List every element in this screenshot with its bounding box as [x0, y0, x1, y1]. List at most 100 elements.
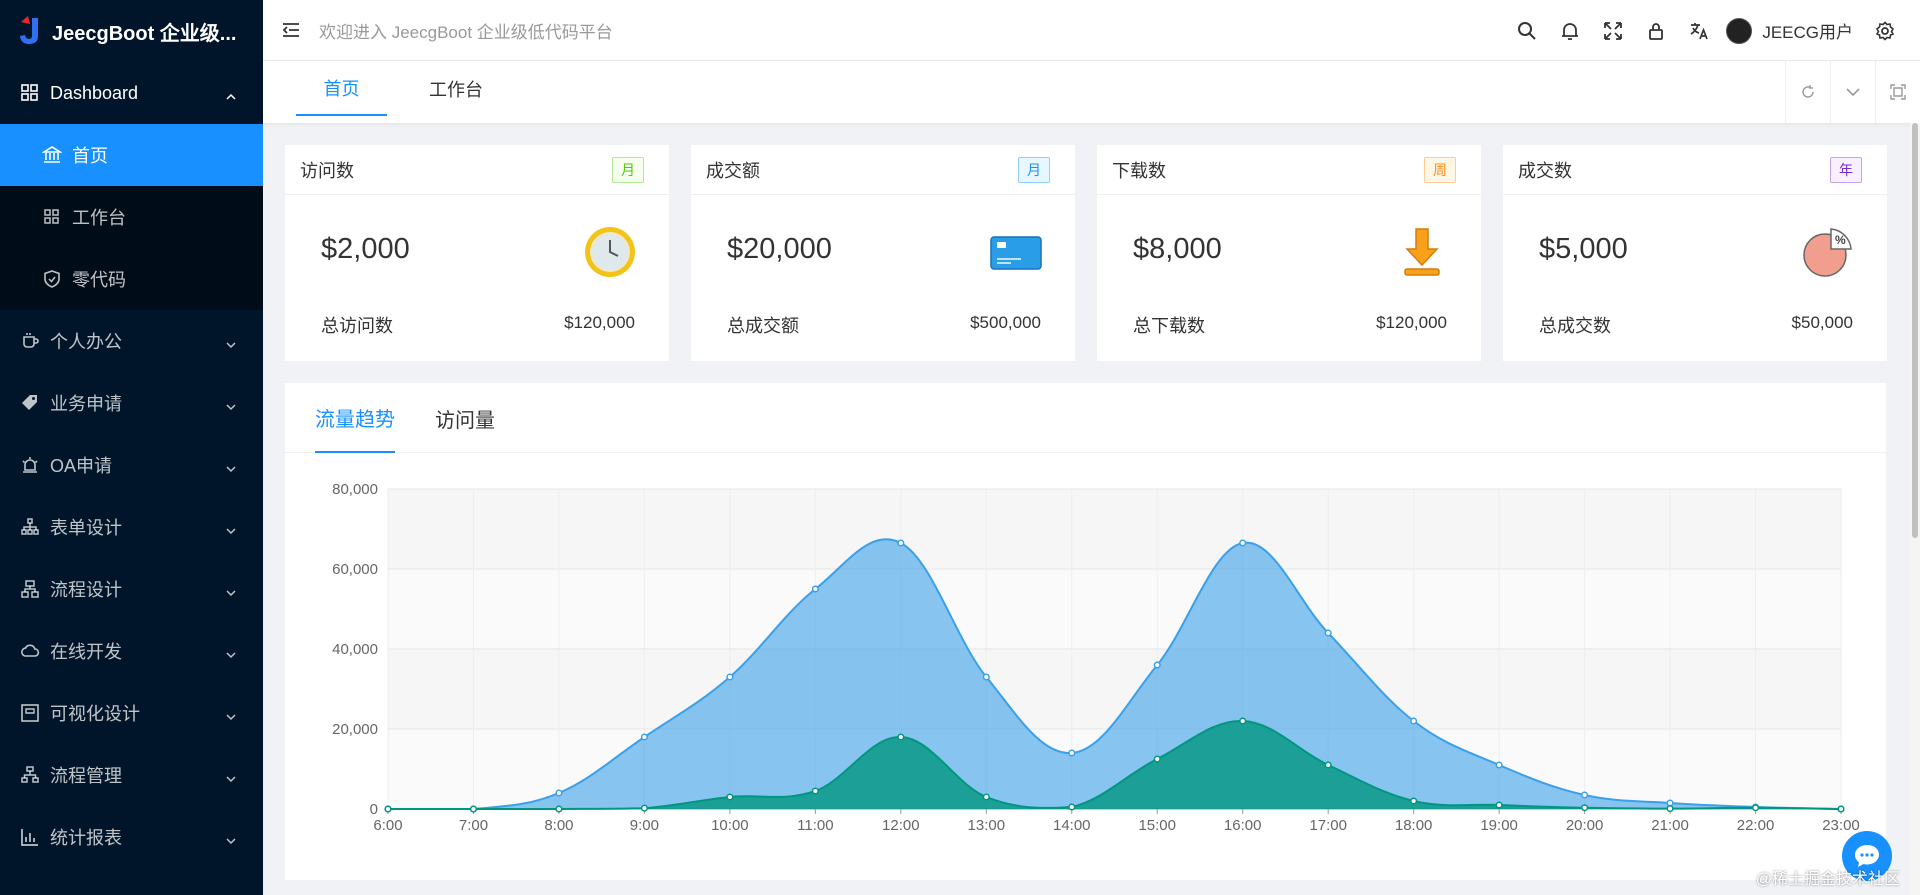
series-0-point	[726, 673, 734, 681]
user-menu[interactable]: JEECG用户	[1726, 17, 1853, 44]
tabs-tools	[1785, 61, 1920, 123]
chart-panel: 流量趋势 访问量 0 20,000 40,000 60,000 80,000 6:00 7:…	[285, 383, 1886, 880]
period-badge: 年	[1830, 157, 1862, 183]
username: JEECG用户	[1762, 23, 1853, 42]
sidebar-item-0[interactable]: Dashboard	[0, 62, 263, 124]
page-scrollbar-thumb[interactable]	[1912, 123, 1918, 538]
sidebar-item-10[interactable]: 可视化设计	[0, 682, 263, 744]
tab-workbench[interactable]: 工作台	[411, 61, 501, 116]
download-icon	[1395, 225, 1449, 279]
multi-tabs-bar: 首页 工作台	[263, 61, 1920, 123]
grid-band	[388, 489, 1841, 569]
x-tick-label: 11:00	[797, 817, 833, 834]
sidebar-item-3[interactable]: 零代码	[0, 248, 263, 310]
dashboard-icon	[20, 83, 40, 103]
card-title-text: 成交额	[706, 160, 760, 181]
search-button[interactable]	[1505, 0, 1548, 61]
dashboard-submenu: 首页工作台零代码	[0, 124, 263, 310]
series-1-point	[1239, 717, 1247, 725]
jeecg-logo-icon	[20, 16, 38, 44]
x-tick-label: 9:00	[630, 817, 659, 834]
translate-icon	[1690, 22, 1708, 39]
x-tick-label: 22:00	[1737, 817, 1775, 834]
card-total-label: 总成交额	[727, 316, 799, 336]
tab-home[interactable]: 首页	[296, 61, 387, 116]
sidebar-item-label: 首页	[72, 146, 108, 166]
series-1-point	[1837, 805, 1845, 813]
chevron-down-icon	[225, 707, 237, 721]
tab-dropdown-button[interactable]	[1830, 61, 1875, 123]
series-0-point	[1239, 539, 1247, 547]
sidebar-item-2[interactable]: 工作台	[0, 186, 263, 248]
gear-icon	[1875, 20, 1894, 41]
sidebar-item-5[interactable]: 业务申请	[0, 372, 263, 434]
card-title-text: 下载数	[1112, 160, 1166, 181]
series-1-point	[1581, 804, 1589, 812]
fullscreen-button[interactable]	[1591, 0, 1634, 61]
sidebar-item-label: Dashboard	[50, 82, 139, 103]
sidebar-item-9[interactable]: 在线开发	[0, 620, 263, 682]
sidebar-item-8[interactable]: 流程设计	[0, 558, 263, 620]
lock-screen-button[interactable]	[1634, 0, 1677, 61]
chart-tabs: 流量趋势 访问量	[285, 383, 1886, 453]
series-0-point	[982, 673, 990, 681]
series-1-point	[1410, 797, 1418, 805]
card-title-text: 成交数	[1518, 160, 1572, 181]
series-0-point	[640, 733, 648, 741]
x-tick-label: 15:00	[1138, 817, 1176, 834]
pie-chart-icon: %	[1801, 225, 1855, 279]
y-tick-label: 60,000	[332, 561, 378, 578]
x-tick-label: 6:00	[373, 817, 402, 834]
credit-card-icon	[989, 225, 1043, 279]
coffee-icon	[20, 331, 40, 351]
sidebar-item-1[interactable]: 首页	[0, 124, 263, 186]
x-tick-label: 17:00	[1309, 817, 1347, 834]
refresh-tab-button[interactable]	[1785, 61, 1830, 123]
series-0-point	[1153, 661, 1161, 669]
header-actions: JEECG用户	[1505, 0, 1906, 61]
search-icon	[1517, 21, 1536, 40]
menu-fold-button[interactable]	[263, 0, 319, 61]
sidebar-item-label: OA申请	[50, 456, 113, 476]
y-tick-label: 20,000	[332, 721, 378, 738]
period-badge: 月	[612, 157, 644, 183]
series-1-point	[897, 733, 905, 741]
language-button[interactable]	[1677, 0, 1720, 61]
sidebar-item-7[interactable]: 表单设计	[0, 496, 263, 558]
top-header: 欢迎进入 JeecgBoot 企业级低代码平台 JEECG用户	[263, 0, 1920, 61]
card-title: 成交额 月	[691, 145, 1075, 195]
chevron-down-icon	[225, 459, 237, 473]
redo-icon	[1802, 85, 1814, 98]
series-1-point	[1495, 801, 1503, 809]
expand-icon	[1890, 84, 1906, 100]
sidebar-item-4[interactable]: 个人办公	[0, 310, 263, 372]
sidebar-item-6[interactable]: OA申请	[0, 434, 263, 496]
tag-icon	[20, 393, 40, 413]
y-tick-label: 40,000	[332, 641, 378, 658]
tab-traffic-trend[interactable]: 流量趋势	[315, 383, 395, 453]
series-1-point	[1153, 755, 1161, 763]
layout-icon	[20, 703, 40, 723]
tab-fold-button[interactable]	[1875, 61, 1920, 123]
sidebar-menu: Dashboard 首页工作台零代码 个人办公 业务申请 OA申请表单设计 流程设计 在线开…	[0, 62, 263, 868]
chevron-down-icon	[225, 769, 237, 783]
tab-visits[interactable]: 访问量	[435, 383, 495, 453]
series-1-point	[982, 793, 990, 801]
series-0-point	[555, 789, 563, 797]
series-1-point	[555, 805, 563, 813]
series-0-point	[1666, 799, 1674, 807]
sidebar-item-11[interactable]: 流程管理	[0, 744, 263, 806]
sidebar-item-12[interactable]: 统计报表	[0, 806, 263, 868]
notification-button[interactable]	[1548, 0, 1591, 61]
card-value: $8,000	[1133, 233, 1222, 265]
clock-icon	[583, 225, 637, 279]
settings-button[interactable]	[1863, 0, 1906, 61]
card-value: $20,000	[727, 233, 832, 265]
logo[interactable]: JeecgBoot 企业级...	[0, 0, 263, 62]
grid-band	[388, 649, 1841, 729]
card-title: 下载数 周	[1097, 145, 1481, 195]
x-tick-label: 20:00	[1566, 817, 1604, 834]
card-total-label: 总下载数	[1133, 316, 1205, 336]
sidebar-item-label: 工作台	[72, 208, 126, 228]
sidebar: JeecgBoot 企业级... Dashboard 首页工作台零代码 个人办公 业务…	[0, 0, 263, 895]
